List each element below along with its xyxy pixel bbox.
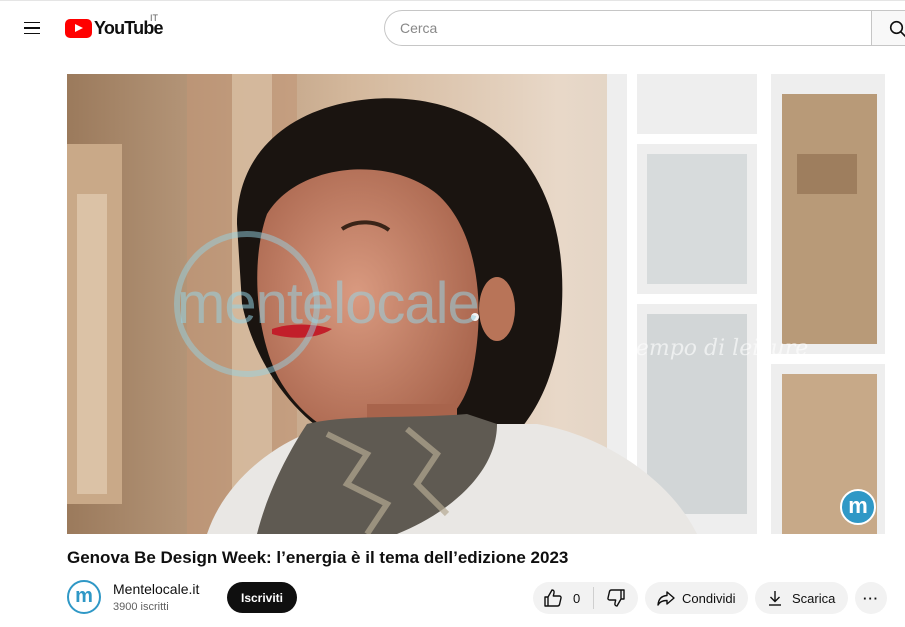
search-icon bbox=[889, 20, 905, 38]
top-bar: YouTube IT bbox=[0, 0, 905, 54]
search-input[interactable] bbox=[385, 11, 871, 45]
video-player[interactable]: mentelocale tempo di leisure m bbox=[67, 74, 885, 534]
share-label: Condividi bbox=[682, 590, 736, 606]
like-count: 0 bbox=[573, 590, 581, 606]
more-actions-button[interactable]: ··· bbox=[855, 582, 887, 614]
video-watermark: mentelocale bbox=[177, 271, 480, 336]
thumbs-up-icon bbox=[544, 589, 562, 607]
like-button[interactable]: 0 bbox=[533, 582, 593, 614]
download-icon bbox=[769, 591, 781, 606]
share-button[interactable]: Condividi bbox=[645, 582, 748, 614]
country-code: IT bbox=[150, 13, 158, 23]
channel-avatar[interactable]: m bbox=[67, 580, 101, 614]
subscribe-button[interactable]: Iscriviti bbox=[227, 582, 297, 613]
video-watermark-tagline: tempo di leisure bbox=[627, 336, 809, 361]
like-dislike-group: 0 bbox=[533, 582, 638, 614]
subscriber-count: 3900 iscritti bbox=[113, 601, 169, 613]
dislike-button[interactable] bbox=[594, 582, 638, 614]
youtube-logo[interactable]: YouTube bbox=[65, 17, 164, 39]
more-icon: ··· bbox=[863, 590, 879, 606]
channel-name[interactable]: Mentelocale.it bbox=[113, 581, 199, 597]
thumbs-down-icon bbox=[607, 589, 625, 607]
download-label: Scarica bbox=[792, 590, 836, 606]
channel-branding-icon[interactable]: m bbox=[840, 489, 876, 525]
menu-icon[interactable] bbox=[18, 14, 46, 42]
share-icon bbox=[657, 591, 675, 606]
youtube-logo-icon bbox=[65, 18, 92, 38]
download-button[interactable]: Scarica bbox=[755, 582, 848, 614]
search-button[interactable] bbox=[871, 10, 905, 46]
video-title: Genova Be Design Week: l’energia è il te… bbox=[67, 548, 569, 567]
search-box[interactable] bbox=[384, 10, 871, 46]
